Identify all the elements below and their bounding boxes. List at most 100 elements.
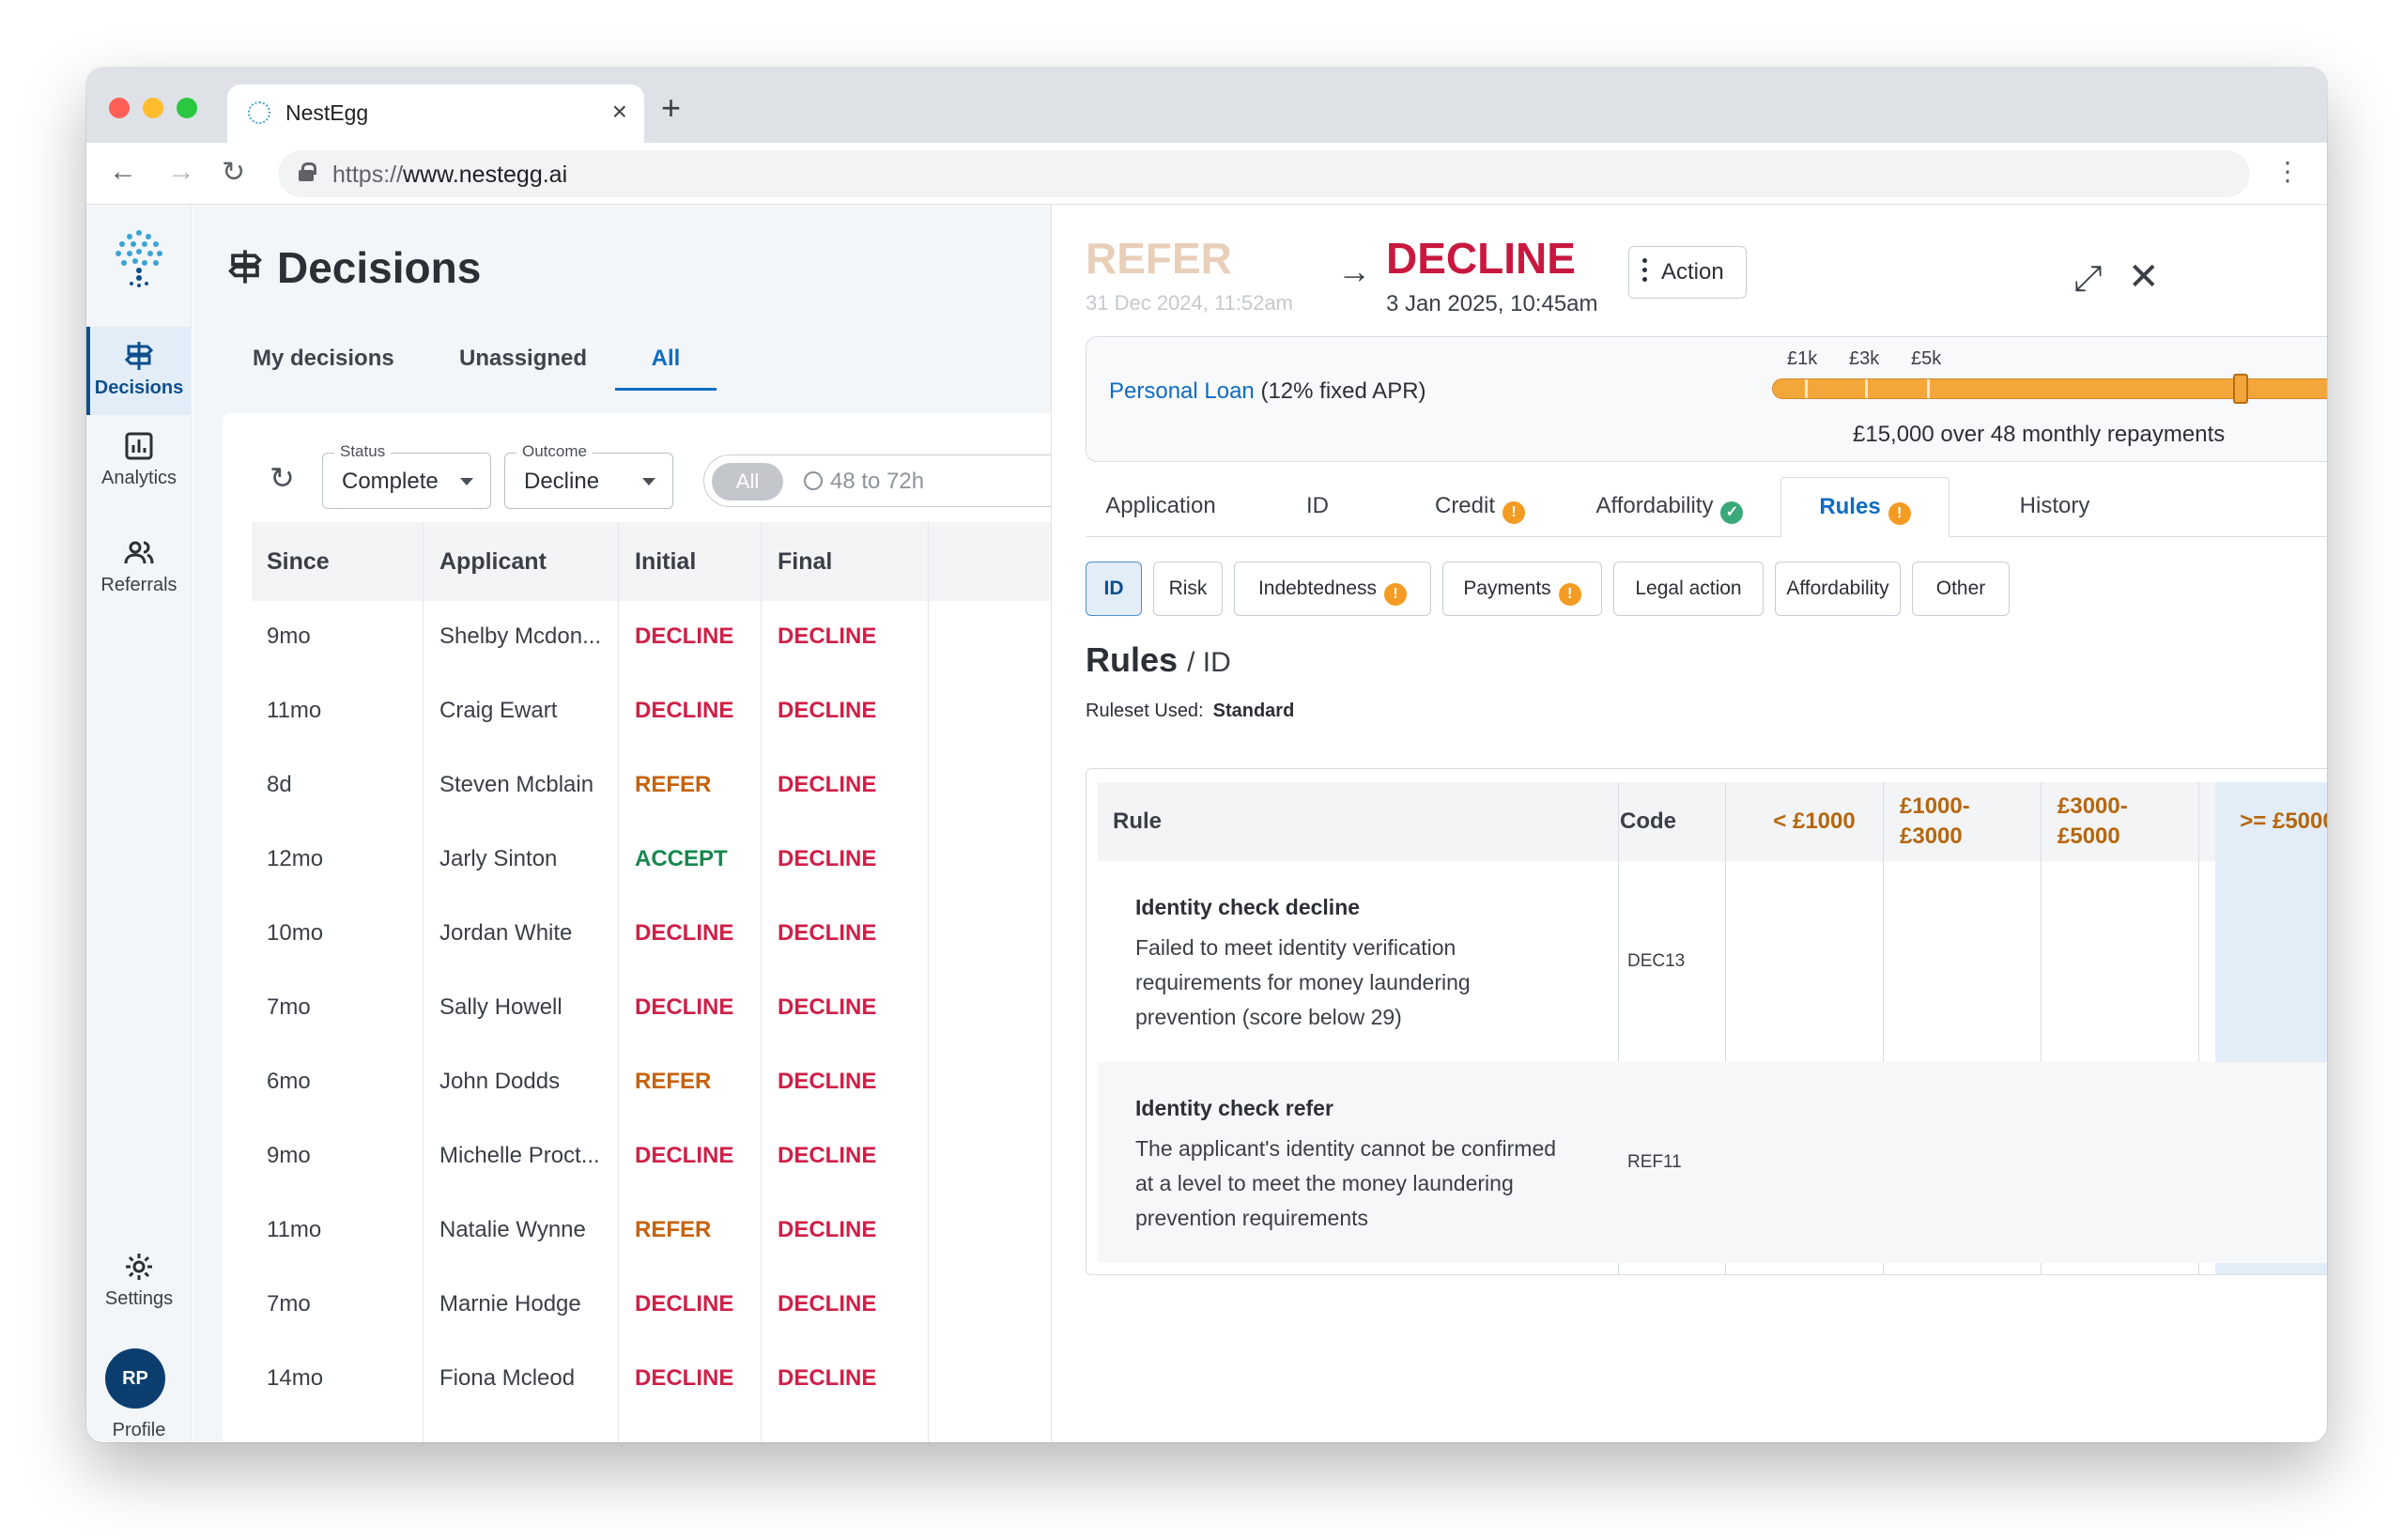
table-row[interactable]: 9mo Michelle Proct... DECLINE DECLINE bbox=[252, 1120, 1051, 1194]
rules-heading: Rules / ID bbox=[1086, 640, 1231, 679]
cell-since: 12mo bbox=[267, 846, 324, 871]
col-since[interactable]: Since bbox=[267, 548, 330, 576]
tab-id[interactable]: ID bbox=[1247, 477, 1388, 537]
forward-icon[interactable]: → bbox=[167, 156, 195, 188]
col-band-gte-5000: >= £5000 bbox=[2215, 782, 2327, 861]
time-filter-all[interactable]: All bbox=[712, 463, 783, 500]
cell-final: DECLINE bbox=[778, 772, 877, 797]
cell-applicant: Fiona Mcleod bbox=[439, 1365, 576, 1391]
cell-initial: DECLINE bbox=[635, 1143, 734, 1168]
table-row[interactable]: 10mo Jordan White DECLINE DECLINE bbox=[252, 898, 1051, 972]
browser-tab-title: NestEgg bbox=[285, 100, 369, 125]
tab-history[interactable]: History bbox=[1961, 477, 2149, 537]
action-button[interactable]: Action bbox=[1628, 246, 1747, 299]
time-filter-range[interactable]: 48 to 72h bbox=[804, 469, 924, 495]
cell-since: 14mo bbox=[267, 1365, 324, 1391]
cell-initial: REFER bbox=[635, 1069, 712, 1094]
tab-label: Application bbox=[1105, 493, 1216, 518]
avatar[interactable]: RP bbox=[105, 1348, 165, 1409]
table-row[interactable]: 7mo Marnie Hodge DECLINE DECLINE bbox=[252, 1269, 1051, 1343]
tab-application[interactable]: Application bbox=[1086, 477, 1236, 537]
sidebar-item-analytics[interactable]: Analytics bbox=[86, 430, 192, 489]
cell-applicant: Jordan White bbox=[439, 920, 573, 946]
subtab-affordability[interactable]: Affordability bbox=[1775, 562, 1901, 616]
cell-initial: DECLINE bbox=[635, 624, 734, 649]
subtab-label: Legal action bbox=[1635, 578, 1742, 599]
cell-applicant: Natalie Wynne bbox=[439, 1217, 586, 1242]
subtab-payments[interactable]: Payments! bbox=[1442, 562, 1602, 616]
tab-credit[interactable]: Credit! bbox=[1405, 477, 1555, 537]
rule-title: Identity check refer bbox=[1135, 1096, 1333, 1120]
col-applicant[interactable]: Applicant bbox=[439, 548, 547, 576]
loan-product-link[interactable]: Personal Loan bbox=[1109, 378, 1255, 404]
subtab-legal-action[interactable]: Legal action bbox=[1613, 562, 1764, 616]
table-row[interactable]: 7mo Sally Howell DECLINE DECLINE bbox=[252, 972, 1051, 1046]
col-initial[interactable]: Initial bbox=[635, 548, 696, 576]
tab-all[interactable]: All bbox=[615, 338, 717, 391]
reload-icon[interactable]: ↻ bbox=[222, 156, 245, 189]
tab-my-decisions[interactable]: My decisions bbox=[253, 338, 394, 391]
table-row[interactable]: 6mo John Dodds REFER DECLINE bbox=[252, 1046, 1051, 1120]
table-row[interactable]: 11mo Craig Ewart DECLINE DECLINE bbox=[252, 675, 1051, 749]
table-row[interactable]: 12mo Jarly Sinton ACCEPT DECLINE bbox=[252, 824, 1051, 898]
cell-applicant: Craig Ewart bbox=[439, 698, 558, 723]
rule-code: DEC13 bbox=[1627, 951, 1686, 971]
zoom-window-button[interactable] bbox=[177, 98, 197, 118]
nestegg-logo-icon bbox=[116, 230, 162, 287]
bar-chart-icon bbox=[125, 432, 153, 460]
browser-tab[interactable]: NestEgg × bbox=[227, 85, 644, 143]
col-band-lt-1000: < £1000 bbox=[1773, 808, 1856, 834]
warning-badge-icon: ! bbox=[1888, 502, 1911, 525]
rules-table: Rule Code < £1000 £1000-£3000 £3000-£500… bbox=[1086, 768, 2327, 1275]
cell-applicant: Steven Mcblain bbox=[439, 772, 594, 797]
cell-final: DECLINE bbox=[778, 1217, 877, 1242]
subtab-id[interactable]: ID bbox=[1086, 562, 1142, 616]
table-row[interactable]: 11mo Natalie Wynne REFER DECLINE bbox=[252, 1194, 1051, 1269]
subtab-risk[interactable]: Risk bbox=[1153, 562, 1223, 616]
refresh-icon[interactable]: ↻ bbox=[270, 460, 295, 496]
close-tab-icon[interactable]: × bbox=[612, 97, 627, 127]
table-row[interactable]: 9mo Shelby Mcdon... DECLINE DECLINE bbox=[252, 601, 1051, 675]
arrow-right-icon: → bbox=[1337, 252, 1371, 290]
slider-thumb[interactable] bbox=[2233, 374, 2248, 404]
cell-since: 9mo bbox=[267, 624, 311, 649]
table-row[interactable]: 8d Steven Mcblain REFER DECLINE bbox=[252, 749, 1051, 824]
table-row[interactable]: 14mo Fiona Mcleod DECLINE DECLINE bbox=[252, 1343, 1051, 1417]
status-select[interactable]: Status Complete bbox=[322, 442, 491, 509]
loan-product: Personal Loan (12% fixed APR) bbox=[1109, 378, 1426, 405]
back-icon[interactable]: ← bbox=[109, 156, 137, 188]
cell-applicant: Jarly Sinton bbox=[439, 846, 558, 871]
outcome-value: Decline bbox=[524, 469, 600, 494]
browser-menu-icon[interactable]: ⋮ bbox=[2274, 156, 2301, 187]
tab-rules[interactable]: Rules! bbox=[1780, 477, 1949, 538]
sidebar-item-decisions[interactable]: Decisions bbox=[86, 327, 192, 415]
subtab-other[interactable]: Other bbox=[1912, 562, 2010, 616]
close-window-button[interactable] bbox=[109, 98, 130, 118]
action-button-label: Action bbox=[1661, 259, 1724, 285]
tab-label: Affordability bbox=[1595, 493, 1714, 518]
tab-affordability[interactable]: Affordability ✓ bbox=[1566, 477, 1773, 537]
url-text: https://www.nestegg.ai bbox=[332, 162, 568, 188]
address-bar[interactable]: https://www.nestegg.ai bbox=[278, 150, 2250, 197]
loan-repayment-summary: £15,000 over 48 monthly repayments bbox=[1853, 422, 2226, 447]
sidebar-item-referrals[interactable]: Referrals bbox=[86, 537, 192, 596]
subtab-indebtedness[interactable]: Indebtedness! bbox=[1234, 562, 1431, 616]
close-icon[interactable]: ✕ bbox=[2128, 255, 2160, 299]
cell-initial: REFER bbox=[635, 772, 712, 797]
sidebar-item-settings[interactable]: Settings bbox=[86, 1251, 192, 1310]
outcome-select[interactable]: Outcome Decline bbox=[504, 442, 673, 509]
tab-unassigned[interactable]: Unassigned bbox=[459, 338, 587, 391]
decision-detail-panel: REFER 31 Dec 2024, 11:52am → DECLINE 3 J… bbox=[1051, 205, 2327, 1442]
minimize-window-button[interactable] bbox=[143, 98, 163, 118]
signpost-icon bbox=[228, 250, 262, 284]
cell-since: 7mo bbox=[267, 1291, 311, 1317]
cell-initial: DECLINE bbox=[635, 698, 734, 723]
new-tab-icon[interactable]: + bbox=[661, 88, 681, 128]
loan-amount-slider[interactable] bbox=[1772, 374, 2327, 404]
cell-applicant: Marnie Hodge bbox=[439, 1291, 581, 1317]
expand-icon[interactable]: ⤢ bbox=[2073, 259, 2102, 300]
cell-applicant: John Dodds bbox=[439, 1069, 561, 1094]
cell-initial: ACCEPT bbox=[635, 846, 728, 871]
cell-final: DECLINE bbox=[778, 994, 877, 1020]
col-final[interactable]: Final bbox=[778, 548, 832, 576]
